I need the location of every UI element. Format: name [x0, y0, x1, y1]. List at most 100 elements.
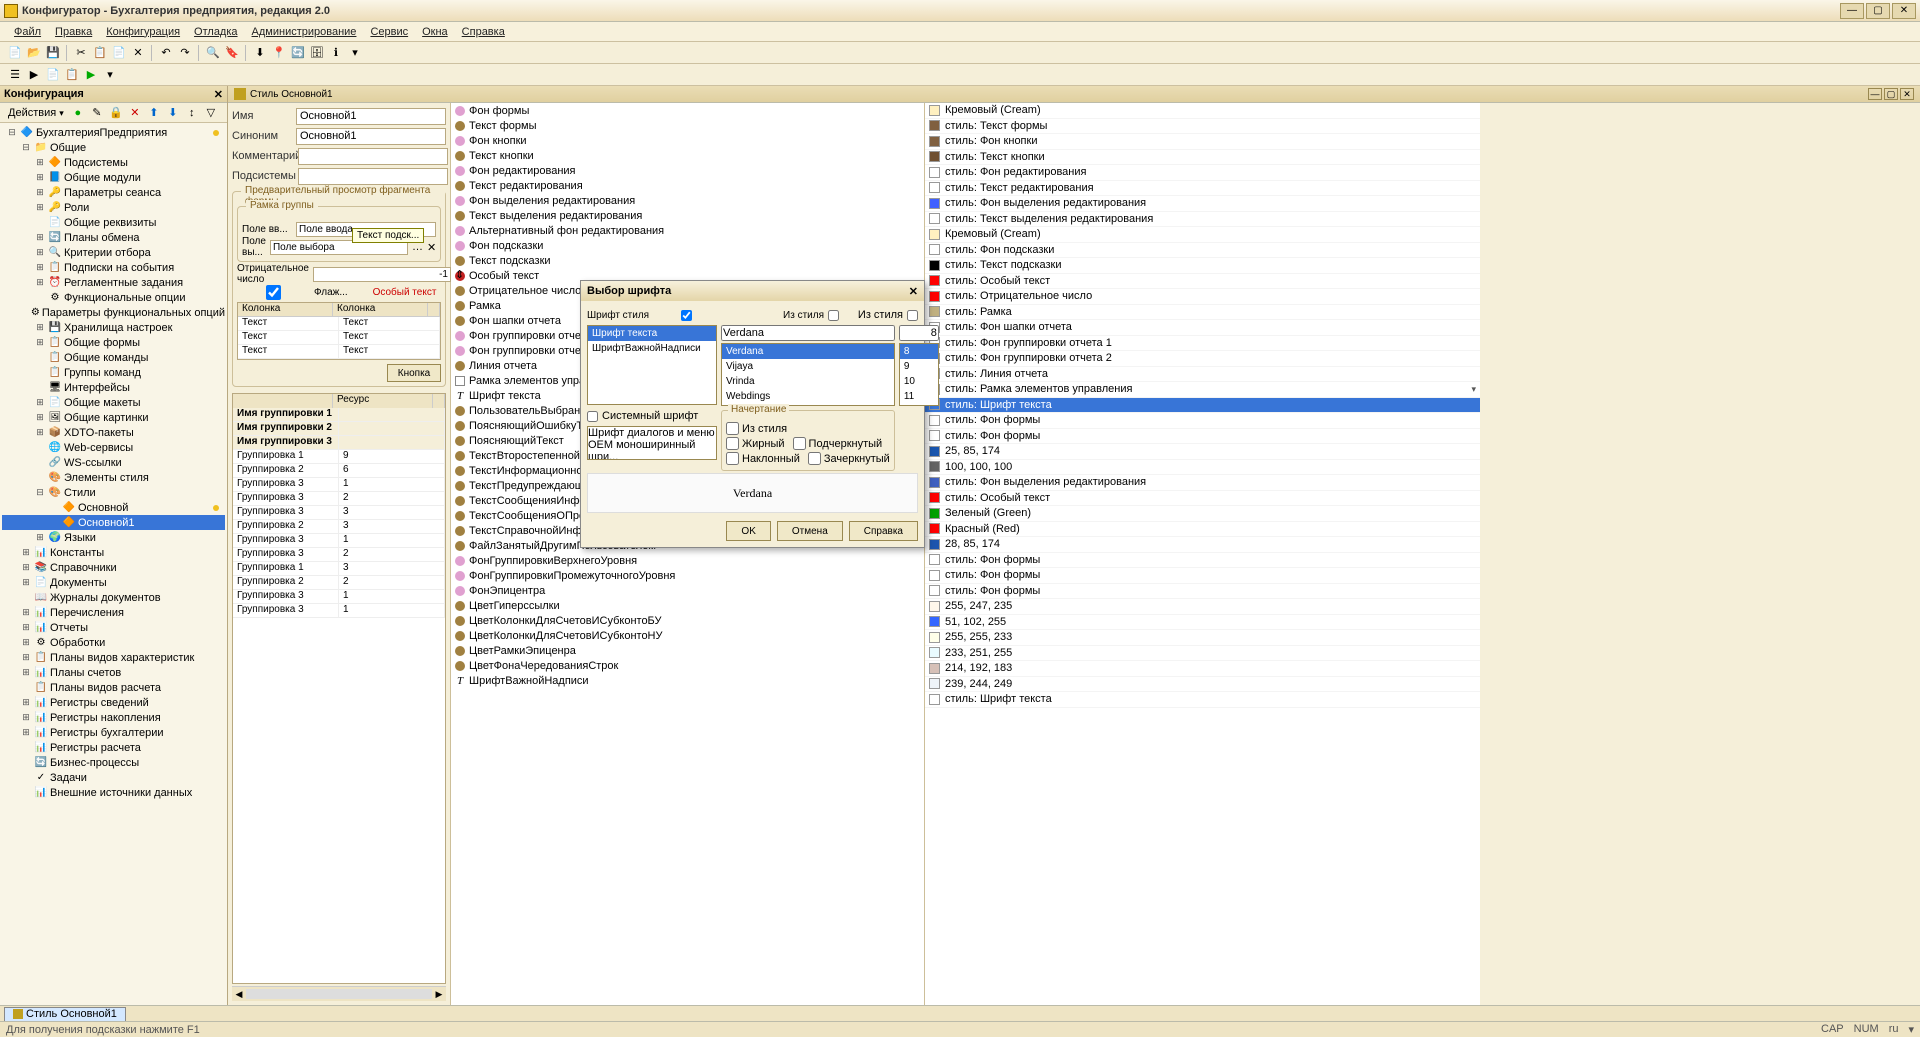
from-style2-checkbox[interactable] — [907, 310, 918, 321]
list-item[interactable]: OEM моноширинный шри... — [588, 439, 716, 460]
prop-item[interactable]: стиль: Особый текст — [925, 274, 1480, 290]
list-item[interactable]: Vijaya — [722, 359, 894, 374]
table-row[interactable]: Имя группировки 3 — [233, 436, 445, 450]
list-item[interactable]: Webdings — [722, 389, 894, 404]
config-tree[interactable]: ⊟🔷БухгалтерияПредприятия⊟📁Общие⊞🔶Подсист… — [0, 123, 227, 1005]
tree-node[interactable]: ⊞🔑Параметры сеанса — [2, 185, 225, 200]
tree-node[interactable]: ⊞📊Отчеты — [2, 620, 225, 635]
close-button[interactable]: ✕ — [1892, 3, 1916, 19]
tree-node[interactable]: 🖥Интерфейсы — [2, 380, 225, 395]
list-item[interactable]: Vrinda — [722, 374, 894, 389]
prop-item[interactable]: стиль: Текст подсказки — [925, 258, 1480, 274]
table-row[interactable]: Группировка 31 — [233, 604, 445, 618]
sort-icon[interactable]: ↕ — [183, 104, 201, 122]
tree-node[interactable]: ✓Задачи — [2, 770, 225, 785]
cancel-button[interactable]: Отмена — [777, 521, 843, 541]
tree-node[interactable]: 📋Планы видов расчета — [2, 680, 225, 695]
style-item[interactable]: ЦветГиперссылки — [451, 598, 924, 613]
list-item[interactable]: ШрифтВажнойНадписи — [588, 341, 716, 356]
prop-item[interactable]: стиль: Фон шапки отчета — [925, 320, 1480, 336]
tree-node[interactable]: ⊟🎨Стили — [2, 485, 225, 500]
italic-checkbox[interactable] — [726, 452, 739, 465]
actions-menu[interactable]: Действия ▾ — [4, 107, 68, 119]
menu-Справка[interactable]: Справка — [456, 24, 511, 40]
help-button[interactable]: Справка — [849, 521, 918, 541]
table-cell[interactable]: Текст — [339, 345, 440, 358]
prop-item[interactable]: 255, 247, 235 — [925, 599, 1480, 615]
prop-item[interactable]: 233, 251, 255 — [925, 646, 1480, 662]
save-icon[interactable]: 💾 — [44, 44, 62, 62]
tree-node[interactable]: 📋Общие команды — [2, 350, 225, 365]
tree-node[interactable]: 📖Журналы документов — [2, 590, 225, 605]
table-row[interactable]: Имя группировки 1 — [233, 408, 445, 422]
prop-item[interactable]: 25, 85, 174 — [925, 444, 1480, 460]
prop-item[interactable]: стиль: Шрифт текста — [925, 398, 1480, 414]
prop-item[interactable]: стиль: Фон выделения редактирования — [925, 196, 1480, 212]
prop-item[interactable]: Кремовый (Cream) — [925, 227, 1480, 243]
tree-node[interactable]: 📊Внешние источники данных — [2, 785, 225, 800]
undo-icon[interactable]: ↶ — [157, 44, 175, 62]
synonym-input[interactable] — [296, 128, 446, 145]
dropdown-icon[interactable]: ▾ — [101, 66, 119, 84]
cut-icon[interactable]: ✂ — [72, 44, 90, 62]
list-item[interactable]: Шрифт диалогов и меню — [588, 427, 716, 439]
tree-node[interactable]: ⊟🔷БухгалтерияПредприятия — [2, 125, 225, 140]
prop-item[interactable]: стиль: Текст выделения редактирования — [925, 212, 1480, 228]
list-item[interactable]: 10 — [900, 374, 938, 389]
menu-Отладка[interactable]: Отладка — [188, 24, 243, 40]
dropdown-icon[interactable]: ▾ — [346, 44, 364, 62]
prop-item[interactable]: стиль: Фон подсказки — [925, 243, 1480, 259]
table-row[interactable]: Группировка 32 — [233, 492, 445, 506]
open-icon[interactable]: 📂 — [25, 44, 43, 62]
underline-checkbox[interactable] — [793, 437, 806, 450]
prop-item[interactable]: стиль: Фон группировки отчета 1 — [925, 336, 1480, 352]
tree-node[interactable]: 🔶Основной — [2, 500, 225, 515]
system-fonts-list[interactable]: Шрифт диалогов и менюOEM моноширинный шр… — [587, 426, 717, 460]
tree-node[interactable]: ⊞🔶Подсистемы — [2, 155, 225, 170]
table-row[interactable]: Группировка 26 — [233, 464, 445, 478]
table-cell[interactable]: Текст — [238, 345, 339, 358]
table-row[interactable]: Группировка 31 — [233, 478, 445, 492]
tree-node[interactable]: ⊞💾Хранилища настроек — [2, 320, 225, 335]
list-item[interactable]: Verdana — [722, 344, 894, 359]
new-icon[interactable]: 📄 — [6, 44, 24, 62]
style-item[interactable]: Текст кнопки — [451, 148, 924, 163]
minimize-button[interactable]: — — [1840, 3, 1864, 19]
wand-icon[interactable]: ✎ — [88, 104, 106, 122]
prop-item[interactable]: стиль: Рамка элементов управления▾ — [925, 382, 1480, 398]
add-icon[interactable]: ● — [69, 104, 87, 122]
down-icon[interactable]: ⬇ — [164, 104, 182, 122]
prop-item[interactable]: 239, 244, 249 — [925, 677, 1480, 693]
comment-input[interactable] — [298, 148, 448, 165]
style-item[interactable]: Фон выделения редактирования — [451, 193, 924, 208]
tree-node[interactable]: ⊞🔄Планы обмена — [2, 230, 225, 245]
table-row[interactable]: Группировка 19 — [233, 450, 445, 464]
prop-item[interactable]: стиль: Текст редактирования — [925, 181, 1480, 197]
style-item[interactable]: Текст выделения редактирования — [451, 208, 924, 223]
search-icon[interactable]: 🔍 — [204, 44, 222, 62]
style-item[interactable]: ФонГруппировкиВерхнегоУровня — [451, 553, 924, 568]
dialog-title-bar[interactable]: Выбор шрифта ✕ — [581, 281, 924, 301]
font-style-checkbox[interactable] — [681, 310, 692, 321]
table-row[interactable]: Группировка 31 — [233, 590, 445, 604]
style-item[interactable]: ФонГруппировкиПромежуточногоУровня — [451, 568, 924, 583]
system-font-checkbox[interactable] — [587, 411, 598, 422]
style-item[interactable]: Фон кнопки — [451, 133, 924, 148]
run-icon[interactable]: ▶ — [82, 66, 100, 84]
tree-node[interactable]: 🎨Элементы стиля — [2, 470, 225, 485]
prop-item[interactable]: стиль: Рамка — [925, 305, 1480, 321]
filter-icon[interactable]: ▽ — [202, 104, 220, 122]
horizontal-scrollbar[interactable]: ◀▶ — [232, 986, 446, 1001]
prop-item[interactable]: Зеленый (Green) — [925, 506, 1480, 522]
prop-item[interactable]: 51, 102, 255 — [925, 615, 1480, 631]
prop-item[interactable]: стиль: Фон выделения редактирования — [925, 475, 1480, 491]
doc-minimize-button[interactable]: — — [1868, 88, 1882, 100]
sizes-list[interactable]: 89101112 — [899, 343, 939, 406]
prop-item[interactable]: 100, 100, 100 — [925, 460, 1480, 476]
style-item[interactable]: Текст редактирования — [451, 178, 924, 193]
doc-close-button[interactable]: ✕ — [1900, 88, 1914, 100]
doc-icon[interactable]: 📄 — [44, 66, 62, 84]
tree-node[interactable]: 🌐Web-сервисы — [2, 440, 225, 455]
prop-item[interactable]: стиль: Фон кнопки — [925, 134, 1480, 150]
table-cell[interactable]: Текст — [339, 317, 440, 330]
